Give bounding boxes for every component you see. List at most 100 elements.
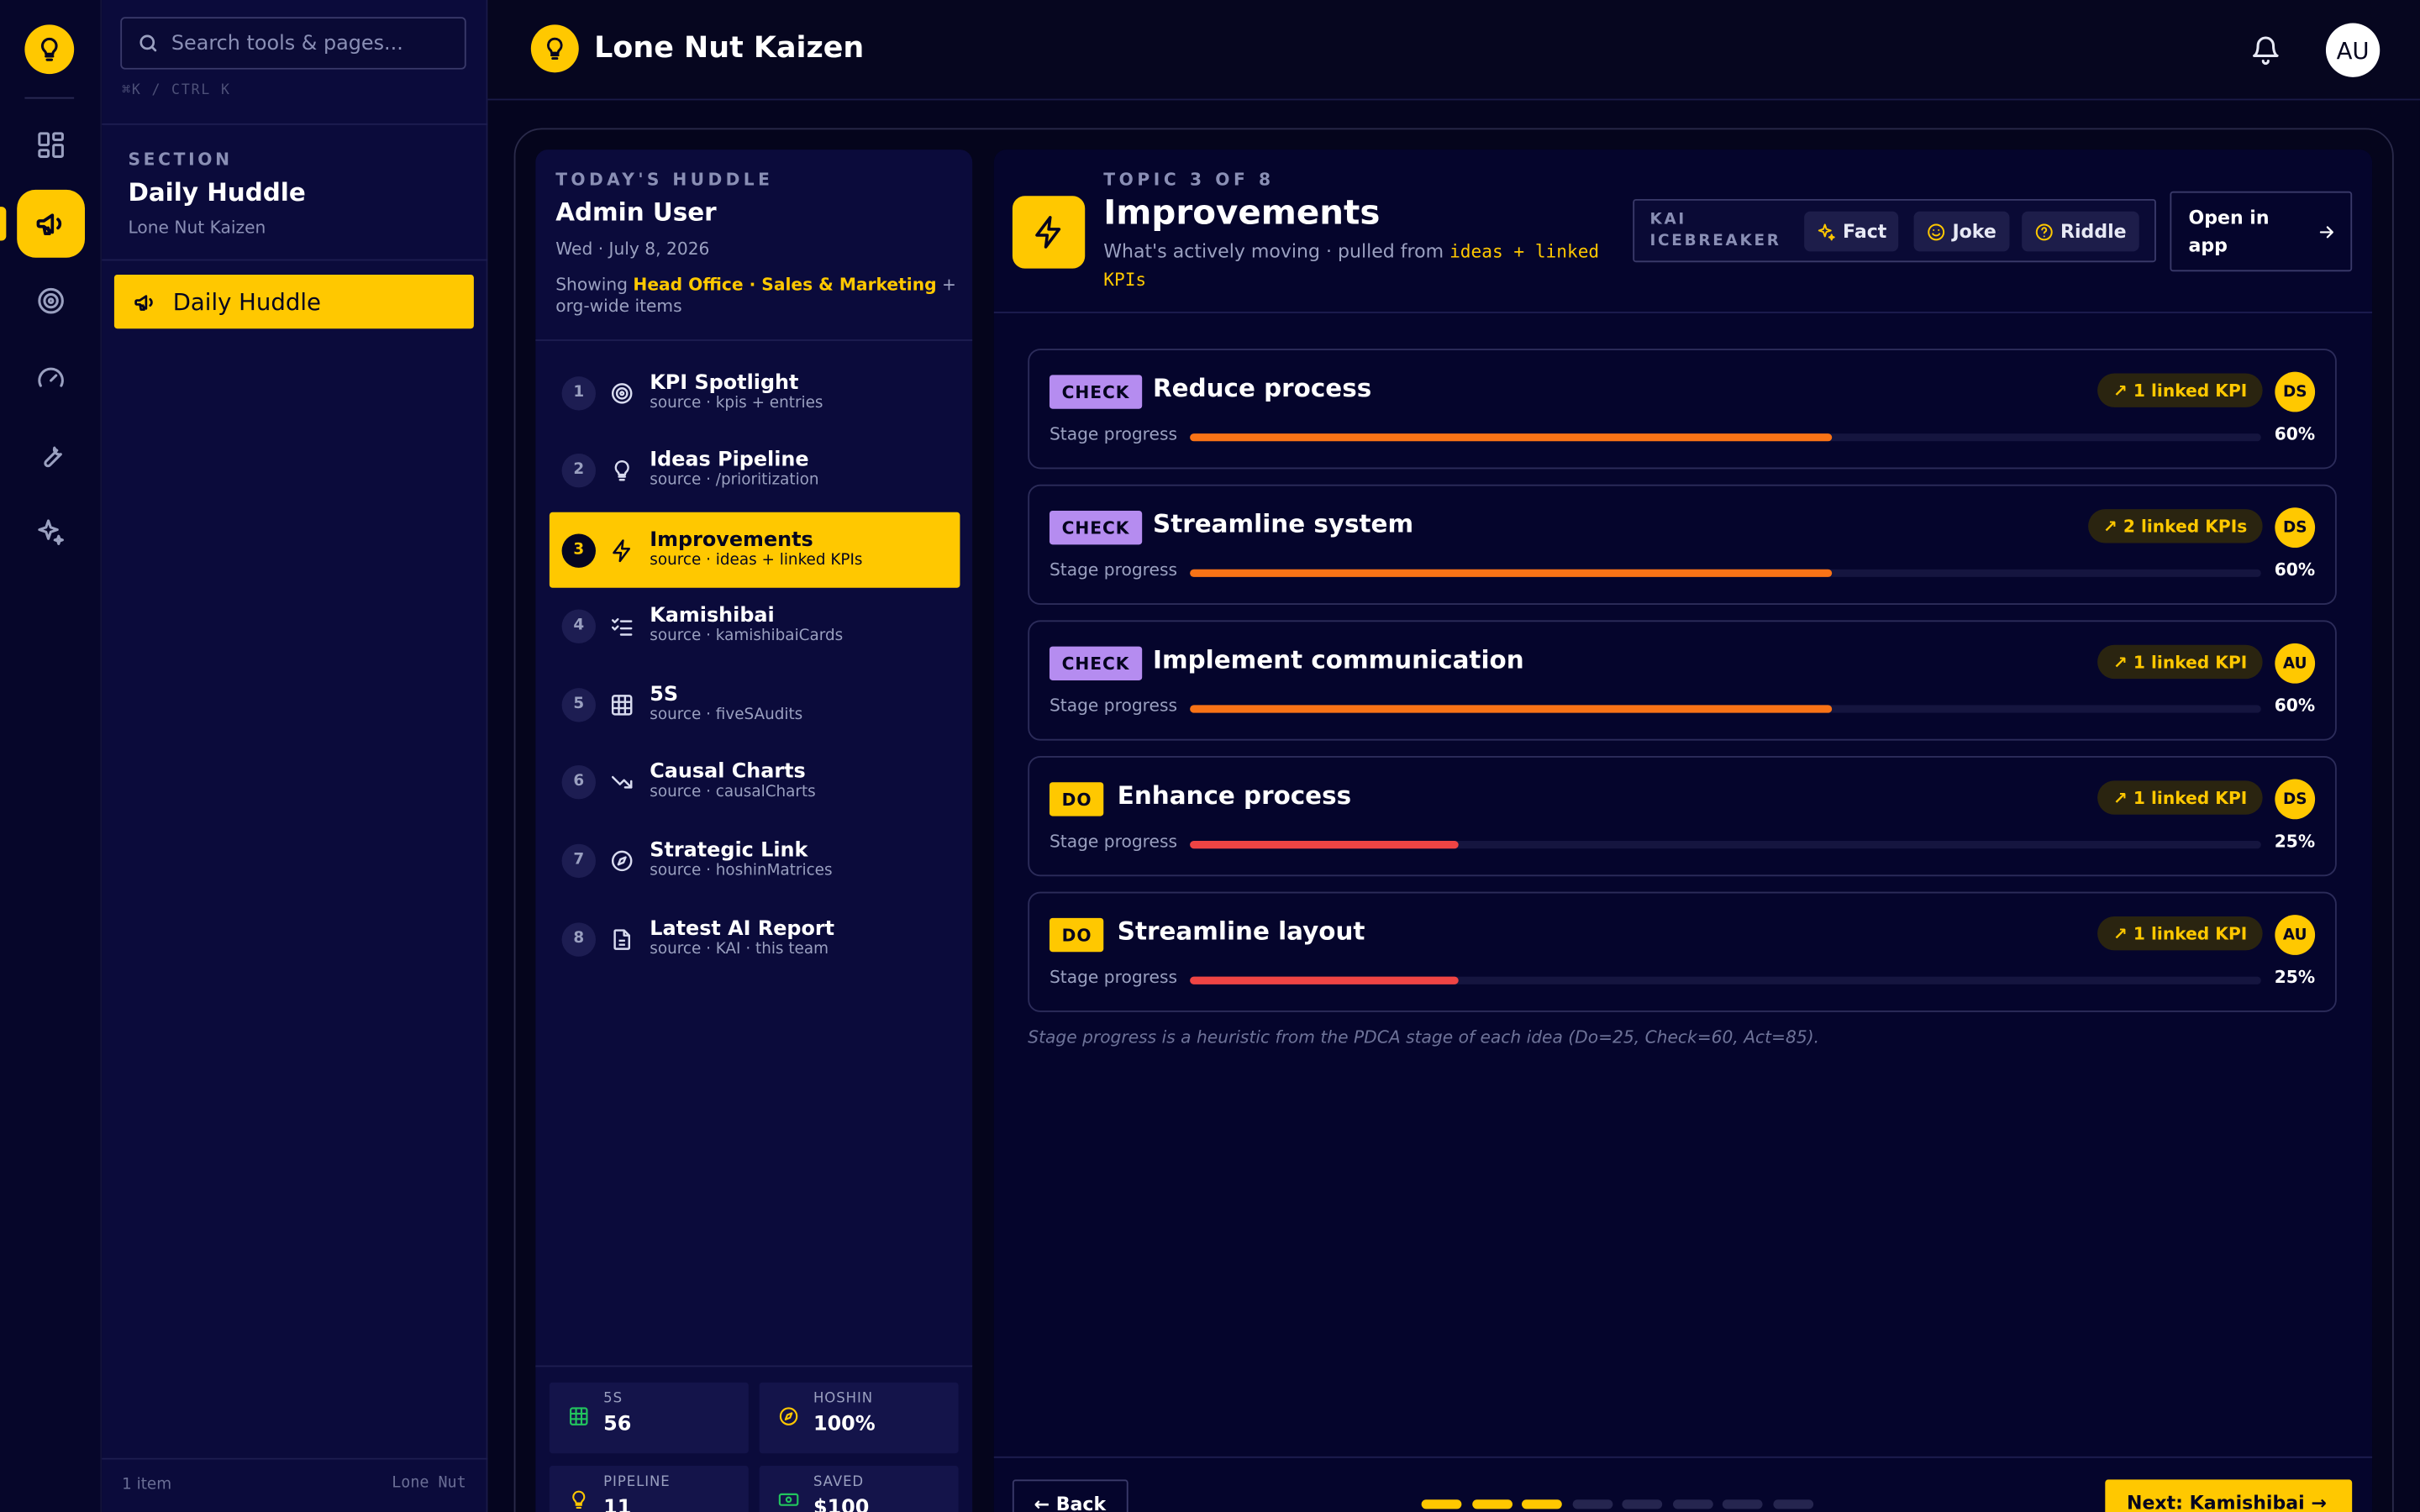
search-icon — [137, 33, 159, 55]
topic-title: 5S — [650, 683, 679, 707]
sparkles-icon[interactable] — [20, 501, 82, 563]
app-brand[interactable]: Lone Nut Kaizen — [594, 31, 864, 65]
linked-kpi-badge[interactable]: ↗ 1 linked KPI — [2097, 644, 2263, 680]
stage-progress-label: Stage progress — [1049, 424, 1178, 444]
progress-fill — [1190, 705, 1833, 713]
wrench-icon[interactable] — [20, 424, 82, 486]
topic-item-kamishibai[interactable]: 4 Kamishibai source · kamishibaiCards — [550, 588, 960, 664]
progress-fill — [1190, 569, 1833, 577]
progress-fill — [1190, 841, 1458, 849]
active-rail-marker — [0, 207, 7, 241]
card-title: Streamline system — [1153, 509, 1414, 539]
card-title: Enhance process — [1117, 780, 1352, 811]
pager-dot[interactable] — [1622, 1499, 1663, 1509]
topic-item-5s[interactable]: 5 5S source · fiveSAudits — [550, 666, 960, 742]
progress-fill — [1190, 976, 1458, 984]
bell-icon[interactable] — [2250, 33, 2281, 66]
next-button[interactable]: Next: Kamishibai → — [2105, 1479, 2353, 1512]
question-icon — [2034, 222, 2054, 242]
pager-dot[interactable] — [1421, 1499, 1462, 1509]
pager-dot[interactable] — [1522, 1499, 1562, 1509]
target-icon — [610, 381, 634, 405]
search-shortcut: ⌘K / CTRL K — [122, 83, 231, 99]
stage-badge: CHECK — [1049, 375, 1142, 409]
topic-title: Improvements — [1103, 194, 1381, 234]
topic-item-strategic-link[interactable]: 7 Strategic Link source · hoshinMatrices — [550, 822, 960, 898]
dashboard-icon[interactable] — [20, 114, 82, 176]
topic-source: source · hoshinMatrices — [650, 862, 833, 879]
checklist-icon — [610, 613, 634, 638]
money-icon — [778, 1488, 800, 1510]
section-subtitle: Lone Nut Kaizen — [128, 217, 266, 238]
owner-avatar: AU — [2275, 915, 2316, 955]
trend-down-icon — [610, 769, 634, 794]
pager-dot[interactable] — [1722, 1499, 1763, 1509]
stat-value: 56 — [603, 1413, 632, 1436]
section-title: Daily Huddle — [128, 177, 306, 207]
topic-title: KPI Spotlight — [650, 371, 799, 396]
user-avatar[interactable]: AU — [2325, 23, 2381, 77]
stat-saved: SAVED $100 — [759, 1465, 959, 1512]
riddle-button[interactable]: Riddle — [2022, 211, 2139, 252]
topic-title: Kamishibai — [650, 604, 775, 628]
document-icon — [610, 927, 634, 951]
scope-highlight: Head Office · Sales & Marketing — [633, 274, 937, 295]
pager-dot[interactable] — [1672, 1499, 1712, 1509]
topic-title: Improvements — [650, 528, 813, 553]
topic-source: source · ideas + linked KPIs — [650, 552, 863, 570]
arrow-right-icon — [2317, 222, 2337, 242]
card-title: Implement communication — [1153, 644, 1524, 675]
topic-source: source · kamishibaiCards — [650, 627, 844, 645]
sparkle-icon — [1817, 222, 1837, 242]
topic-item-ideas-pipeline[interactable]: 2 Ideas Pipeline source · /prioritization — [550, 432, 960, 507]
section-label: SECTION — [128, 150, 233, 171]
pager-dot[interactable] — [1471, 1499, 1512, 1509]
improvement-card[interactable]: CHECK Reduce process ↗ 1 linked KPI DS S… — [1028, 349, 2337, 470]
stat-5s: 5S 56 — [549, 1382, 749, 1454]
linked-kpi-badge[interactable]: ↗ 1 linked KPI — [2097, 373, 2263, 407]
topic-item-latest-ai-report[interactable]: 8 Latest AI Report source · KAI · this te… — [550, 901, 960, 977]
icon-rail — [0, 0, 103, 1512]
megaphone-icon[interactable] — [17, 189, 86, 258]
linked-kpi-badge[interactable]: ↗ 1 linked KPI — [2097, 916, 2263, 951]
stage-progress-label: Stage progress — [1049, 696, 1178, 717]
huddle-scope: Showing Head Office · Sales & Marketing … — [555, 274, 956, 317]
topic-item-kpi-spotlight[interactable]: 1 KPI Spotlight source · kpis + entries — [550, 354, 960, 430]
improvement-card[interactable]: DO Streamline layout ↗ 1 linked KPI AU S… — [1028, 891, 2337, 1012]
huddle-label: TODAY'S HUDDLE — [555, 170, 774, 190]
lightbulb-logo-icon[interactable] — [530, 24, 579, 73]
improvement-card[interactable]: DO Enhance process ↗ 1 linked KPI DS Sta… — [1028, 755, 2337, 877]
lightning-icon — [610, 538, 634, 562]
sidebar-item-daily-huddle[interactable]: Daily Huddle — [113, 274, 474, 329]
target-icon[interactable] — [20, 270, 82, 331]
gauge-icon[interactable] — [20, 347, 82, 408]
improvement-card[interactable]: CHECK Implement communication ↗ 1 linked… — [1028, 620, 2337, 741]
improvement-card[interactable]: CHECK Streamline system ↗ 2 linked KPIs … — [1028, 484, 2337, 605]
joke-button[interactable]: Joke — [1913, 211, 2009, 252]
huddle-agenda: TODAY'S HUDDLE Admin User Wed · July 8, … — [535, 150, 973, 1512]
linked-kpi-badge[interactable]: ↗ 1 linked KPI — [2097, 780, 2263, 815]
fact-button[interactable]: Fact — [1804, 211, 1900, 252]
topic-item-causal-charts[interactable]: 6 Causal Charts source · causalCharts — [550, 743, 960, 819]
back-button[interactable]: ← Back — [1012, 1479, 1128, 1512]
stage-badge: DO — [1049, 782, 1105, 816]
search-input[interactable]: Search tools & pages... — [120, 17, 466, 70]
sidebar-footer-brand: Lone Nut — [392, 1474, 466, 1493]
linked-kpi-badge[interactable]: ↗ 2 linked KPIs — [2087, 509, 2263, 543]
sidebar-item-count: 1 item — [122, 1476, 172, 1494]
pager-dot[interactable] — [1772, 1499, 1813, 1509]
stage-badge: DO — [1049, 917, 1105, 953]
progress-value: 25% — [2274, 967, 2316, 988]
progress-fill — [1190, 433, 1833, 442]
topic-item-improvements[interactable]: 3 Improvements source · ideas + linked KP… — [549, 512, 960, 588]
topic-source: source · kpis + entries — [650, 395, 823, 412]
sidebar: Search tools & pages... ⌘K / CTRL K SECT… — [102, 0, 488, 1512]
lightbulb-logo-icon[interactable] — [24, 24, 75, 75]
pager-dot[interactable] — [1571, 1499, 1612, 1509]
stat-value: 11 — [603, 1496, 632, 1512]
compass-icon — [610, 848, 634, 872]
open-in-app-button[interactable]: Open in app — [2170, 191, 2353, 272]
progress-value: 60% — [2274, 559, 2316, 580]
topic-source: source · /prioritization — [650, 472, 819, 490]
progress-track — [1190, 976, 2261, 984]
